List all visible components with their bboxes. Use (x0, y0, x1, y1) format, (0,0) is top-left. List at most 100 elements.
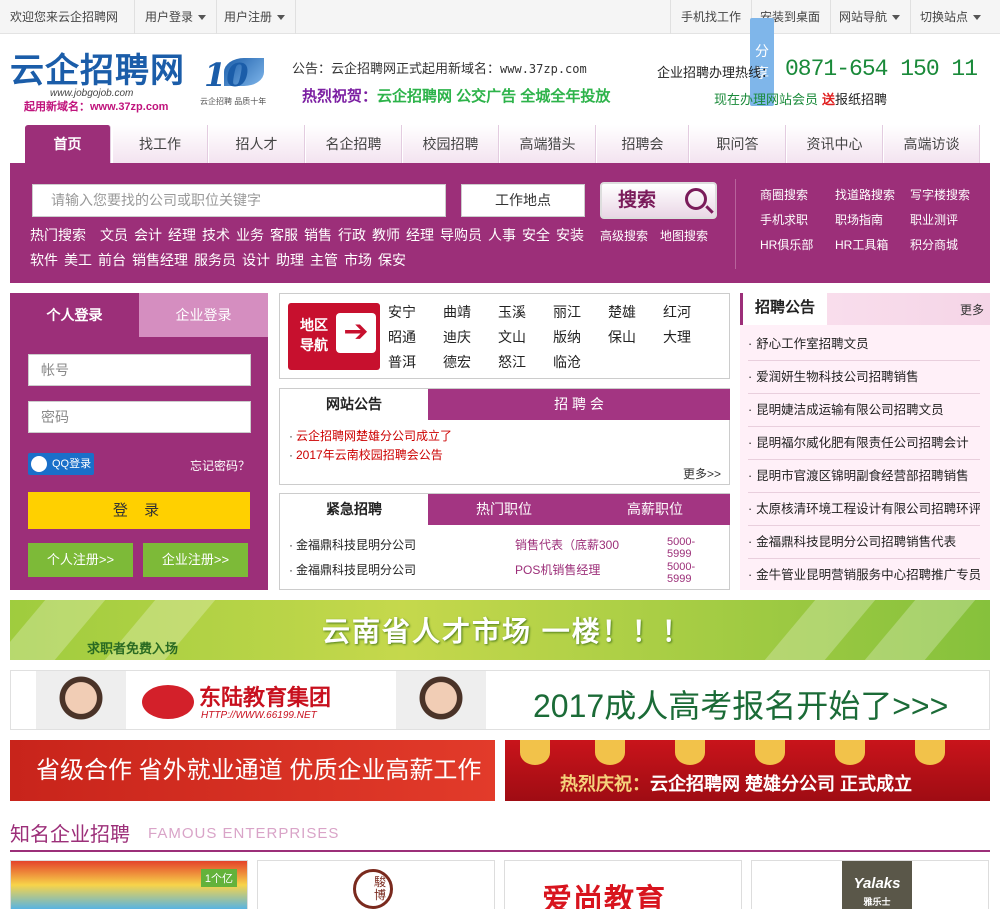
hot-keyword[interactable]: 导购员 (440, 227, 482, 243)
city-link[interactable]: 保山 (608, 325, 663, 350)
nav-find-job[interactable]: 找工作 (113, 125, 208, 163)
quick-link[interactable]: 职场指南 (835, 208, 910, 233)
location-select[interactable]: 工作地点 (461, 184, 585, 217)
hot-keyword[interactable]: 业务 (236, 227, 264, 243)
hot-keyword[interactable]: 经理 (168, 227, 196, 243)
hot-keyword[interactable]: 前台 (98, 252, 126, 268)
education-banner[interactable]: 东陆教育集团 HTTP://WWW.66199.NET 2017成人高考报名开始… (10, 670, 990, 730)
header-notice[interactable]: 公告：云企招聘网正式起用新域名：www.37zp.com (292, 58, 587, 77)
account-field[interactable]: 帐号 (28, 354, 251, 386)
city-link[interactable]: 红河 (663, 300, 718, 325)
quick-link[interactable]: 职业测评 (910, 208, 985, 233)
city-link[interactable]: 怒江 (498, 350, 553, 375)
hot-keyword[interactable]: 经理 (406, 227, 434, 243)
user-register-menu[interactable]: 用户注册 (214, 0, 297, 34)
search-button[interactable]: 搜索 (600, 182, 717, 219)
enterprise-card[interactable]: 駿博 (257, 860, 495, 909)
tab-site-notice[interactable]: 网站公告 (280, 389, 428, 420)
quick-link[interactable]: 写字楼搜索 (910, 183, 985, 208)
hot-keyword[interactable]: 安装 (556, 227, 584, 243)
tab-job-fair[interactable]: 招 聘 会 (428, 389, 730, 420)
hot-keyword[interactable]: 软件 (30, 252, 58, 268)
hot-keyword[interactable]: 教师 (372, 227, 400, 243)
city-link[interactable]: 玉溪 (498, 300, 553, 325)
quick-link[interactable]: 商圈搜索 (760, 183, 835, 208)
hot-keyword[interactable]: 保安 (378, 252, 406, 268)
nav-famous[interactable]: 名企招聘 (306, 125, 402, 163)
hot-keyword[interactable]: 人事 (488, 227, 516, 243)
qq-login-button[interactable]: QQ登录 (28, 453, 94, 475)
site-logo[interactable]: 云企招聘网 www.jobgojob.com 起用新域名：www.37zp.co… (10, 52, 185, 113)
hot-keyword[interactable]: 行政 (338, 227, 366, 243)
recruit-item[interactable]: 太原核清环境工程设计有限公司招聘环评 (748, 493, 980, 526)
hot-keyword[interactable]: 服务员 (194, 252, 236, 268)
news-item[interactable]: 云企招聘网楚雄分公司成立了 (289, 427, 452, 444)
city-link[interactable]: 普洱 (388, 350, 443, 375)
hot-keyword[interactable]: 会计 (134, 227, 162, 243)
hot-keyword[interactable]: 主管 (310, 252, 338, 268)
tab-urgent[interactable]: 紧急招聘 (280, 494, 428, 525)
hot-keyword[interactable]: 销售 (304, 227, 332, 243)
promo-banner[interactable]: 热烈祝贺：云企招聘网 公交广告 全城全年投放 (302, 85, 610, 106)
nav-campus[interactable]: 校园招聘 (403, 125, 499, 163)
recruit-item[interactable]: 舒心工作室招聘文员 (748, 328, 980, 361)
nav-news[interactable]: 资讯中心 (787, 125, 883, 163)
hot-keyword[interactable]: 设计 (242, 252, 270, 268)
city-link[interactable]: 曲靖 (443, 300, 498, 325)
hot-keyword[interactable]: 销售经理 (132, 252, 188, 268)
tab-personal-login[interactable]: 个人登录 (10, 293, 139, 337)
city-link[interactable]: 迪庆 (443, 325, 498, 350)
branch-opening-banner[interactable]: 热烈庆祝：云企招聘网 楚雄分公司 正式成立 (505, 740, 990, 801)
enterprise-card[interactable]: 1个亿 (10, 860, 248, 909)
nav-find-talent[interactable]: 招人才 (209, 125, 305, 163)
user-login-menu[interactable]: 用户登录 (134, 0, 218, 34)
quick-link[interactable]: HR工具箱 (835, 233, 910, 258)
hot-keyword[interactable]: 技术 (202, 227, 230, 243)
nav-headhunter[interactable]: 高端猎头 (500, 125, 596, 163)
city-link[interactable]: 文山 (498, 325, 553, 350)
city-link[interactable]: 丽江 (553, 300, 608, 325)
nav-qa[interactable]: 职问答 (690, 125, 786, 163)
city-link[interactable]: 楚雄 (608, 300, 663, 325)
recruit-item[interactable]: 昆明福尔威化肥有限责任公司招聘会计 (748, 427, 980, 460)
hot-keyword[interactable]: 安全 (522, 227, 550, 243)
advanced-search-link[interactable]: 高级搜索 (600, 229, 648, 243)
search-input[interactable]: 请输入您要找的公司或职位关键字 (32, 184, 446, 217)
nav-home[interactable]: 首页 (25, 125, 111, 163)
news-more-link[interactable]: 更多>> (683, 465, 721, 482)
personal-register-button[interactable]: 个人注册>> (28, 543, 133, 577)
cooperation-banner[interactable]: 省级合作 省外就业通道 优质企业高薪工作 (10, 740, 495, 801)
vip-offer[interactable]: 现在办理网站会员 送报纸招聘 (714, 89, 887, 108)
tab-hot-jobs[interactable]: 热门职位 (428, 494, 580, 525)
city-link[interactable]: 版纳 (553, 325, 608, 350)
recruit-more-link[interactable]: 更多 (960, 301, 984, 318)
password-field[interactable]: 密码 (28, 401, 251, 433)
enterprise-card[interactable]: 爱尚教育 (504, 860, 742, 909)
recruit-item[interactable]: 金福鼎科技昆明分公司招聘销售代表 (748, 526, 980, 559)
recruit-item[interactable]: 爱润妍生物科技公司招聘销售 (748, 361, 980, 394)
news-item[interactable]: 2017年云南校园招聘会公告 (289, 446, 443, 463)
city-link[interactable]: 大理 (663, 325, 718, 350)
forgot-password-link[interactable]: 忘记密码？ (190, 457, 250, 474)
recruit-item[interactable]: 金牛管业昆明营销服务中心招聘推广专员 (748, 559, 980, 592)
hot-keyword[interactable]: 文员 (100, 227, 128, 243)
city-link[interactable]: 临沧 (553, 350, 608, 375)
hot-keyword[interactable]: 客服 (270, 227, 298, 243)
nav-interview[interactable]: 高端访谈 (884, 125, 980, 163)
nav-job-fair[interactable]: 招聘会 (597, 125, 689, 163)
hot-keyword[interactable]: 市场 (344, 252, 372, 268)
quick-link[interactable]: 手机求职 (760, 208, 835, 233)
city-link[interactable]: 昭通 (388, 325, 443, 350)
login-button[interactable]: 登 录 (28, 492, 250, 529)
quick-link[interactable]: 找道路搜索 (835, 183, 910, 208)
hot-keyword[interactable]: 美工 (64, 252, 92, 268)
tab-high-salary[interactable]: 高薪职位 (580, 494, 730, 525)
hot-keyword[interactable]: 助理 (276, 252, 304, 268)
site-nav-menu[interactable]: 网站导航 (829, 0, 912, 34)
recruit-item[interactable]: 昆明市官渡区锦明副食经营部招聘销售 (748, 460, 980, 493)
city-link[interactable]: 安宁 (388, 300, 443, 325)
quick-link[interactable]: HR俱乐部 (760, 233, 835, 258)
quick-link[interactable]: 积分商城 (910, 233, 985, 258)
mobile-job-link[interactable]: 手机找工作 (670, 0, 753, 34)
tab-company-login[interactable]: 企业登录 (139, 293, 268, 337)
